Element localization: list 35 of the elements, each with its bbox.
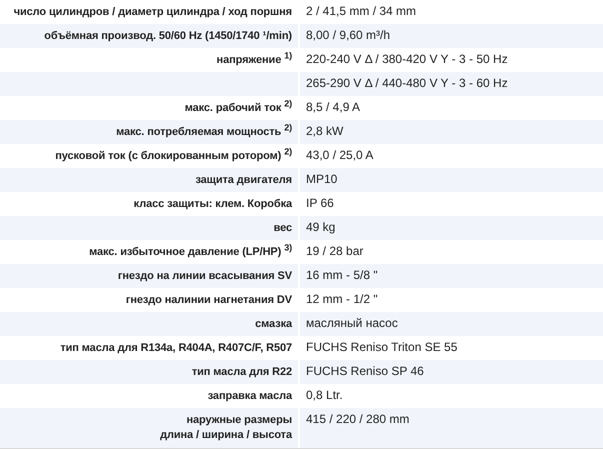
spec-label: напряжение $^{1)}$ bbox=[216, 54, 292, 66]
spec-value: 8,5 / 4,9 A bbox=[306, 100, 360, 114]
spec-label: наружные размеры длина / ширина / высота bbox=[160, 414, 292, 441]
spec-value: 19 / 28 bar bbox=[306, 244, 364, 258]
spec-value: 2 / 41,5 mm / 34 mm bbox=[306, 4, 416, 18]
spec-value: 16 mm - 5/8 " bbox=[306, 268, 378, 282]
spec-value: 12 mm - 1/2 " bbox=[306, 292, 378, 306]
spec-label: заправка масла bbox=[208, 390, 292, 402]
spec-value: масляный насос bbox=[306, 316, 398, 330]
spec-label: гнездо на линии всасывания SV bbox=[118, 270, 292, 282]
spec-value: MP10 bbox=[306, 172, 338, 186]
spec-value: IP 66 bbox=[306, 196, 334, 210]
spec-value: 0,8 Ltr. bbox=[306, 388, 343, 402]
spec-label: защита двигателя bbox=[195, 174, 292, 186]
spec-label: пусковой ток (с блокированным ротором) $^{2)}$ bbox=[55, 150, 292, 162]
spec-value: FUCHS Reniso Triton SE 55 bbox=[306, 340, 458, 354]
spec-value: 8,00 / 9,60 m³/h bbox=[306, 28, 390, 42]
spec-label: тип масла для R22 bbox=[192, 366, 292, 378]
spec-label: вес bbox=[274, 222, 292, 234]
spec-label: смазка bbox=[255, 318, 292, 330]
spec-value: 220-240 V Δ / 380-420 V Y - 3 - 50 Hz bbox=[306, 52, 508, 66]
spec-value: 43,0 / 25,0 A bbox=[306, 148, 374, 162]
spec-label: макс. рабочий ток $^{2)}$ bbox=[184, 102, 292, 114]
spec-label: класс защиты: клем. Коробка bbox=[134, 198, 292, 210]
spec-value: 2,8 kW bbox=[306, 124, 344, 138]
spec-value: 265-290 V Δ / 440-480 V Y - 3 - 60 Hz bbox=[306, 76, 508, 90]
spec-label: тип масла для R134a, R404A, R407C/F, R507 bbox=[60, 342, 292, 354]
spec-label: объёмная производ. 50/60 Hz (1450/1740 ¹/min) bbox=[44, 30, 292, 42]
spec-value: FUCHS Reniso SP 46 bbox=[306, 364, 424, 378]
spec-label: макс. потребляемая мощность $^{2)}$ bbox=[116, 126, 292, 138]
spec-label: гнездо налинии нагнетания DV bbox=[126, 294, 292, 306]
spec-label: макс. избыточное давление (LP/HP) $^{3)}$ bbox=[89, 246, 292, 258]
spec-label: число цилиндров / диаметр цилиндра / ход поршня bbox=[14, 6, 292, 18]
spec-value: 49 kg bbox=[306, 220, 336, 234]
spec-value: 415 / 220 / 280 mm bbox=[306, 412, 410, 426]
